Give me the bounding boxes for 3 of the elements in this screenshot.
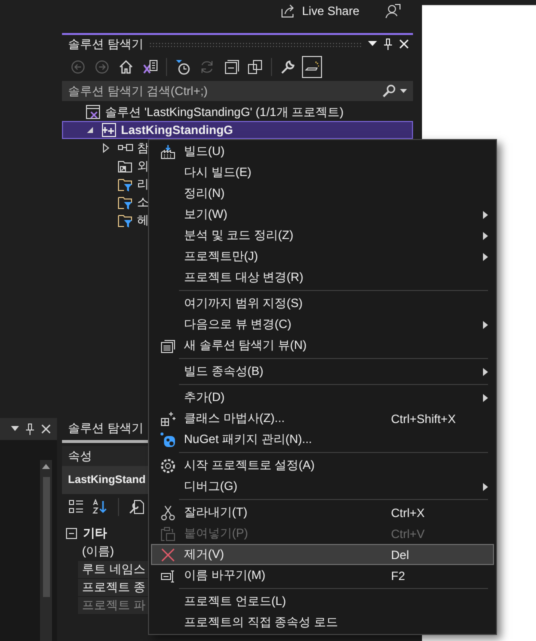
- object-name: LastKingStand: [68, 474, 146, 486]
- panel-title: 솔루션 탐색기: [68, 36, 144, 52]
- panel-title: 속성: [68, 448, 92, 464]
